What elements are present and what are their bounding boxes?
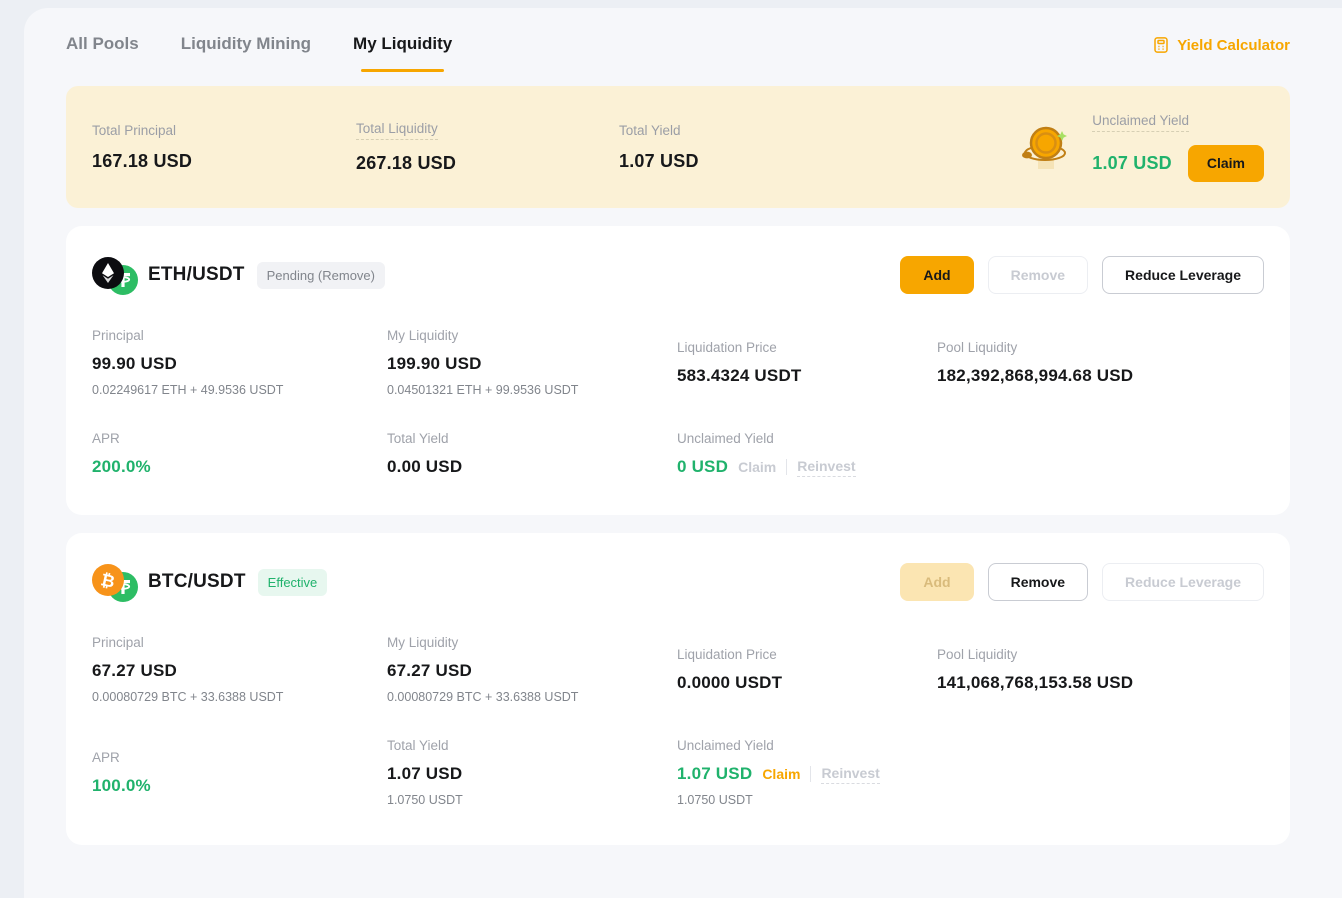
liquidation-price-cell: Liquidation Price 583.4324 USDT <box>677 340 937 386</box>
my-liquidity-detail: 0.00080729 BTC + 33.6388 USDT <box>387 690 677 704</box>
total-yield-cell: Total Yield 1.07 USD 1.0750 USDT <box>387 738 677 807</box>
eth-icon <box>92 257 124 294</box>
my-liquidity-panel: All Pools Liquidity Mining My Liquidity … <box>24 8 1342 898</box>
remove-button[interactable]: Remove <box>988 256 1088 294</box>
principal-label: Principal <box>92 635 387 650</box>
principal-label: Principal <box>92 328 387 343</box>
pool-liquidity-label: Pool Liquidity <box>937 340 1264 355</box>
tab-all-pools[interactable]: All Pools <box>66 34 139 72</box>
pool-liquidity-cell: Pool Liquidity 141,068,768,153.58 USD <box>937 647 1264 693</box>
unclaimed-yield-cell: Unclaimed Yield 1.07 USD Claim Reinvest … <box>677 738 937 807</box>
unclaimed-yield-value: 0 USD <box>677 457 728 477</box>
total-liquidity-label[interactable]: Total Liquidity <box>356 121 438 140</box>
btc-icon: ₿ <box>92 564 124 601</box>
status-badge: Pending (Remove) <box>257 262 385 289</box>
liquidation-price-value: 0.0000 USDT <box>677 673 937 693</box>
reinvest-link[interactable]: Reinvest <box>797 458 855 477</box>
unclaimed-yield-cell: Unclaimed Yield 0 USD Claim Reinvest <box>677 431 937 477</box>
total-yield-cell: Total Yield 0.00 USD <box>387 431 677 477</box>
principal-value: 67.27 USD <box>92 661 387 681</box>
unclaimed-yield-label: Unclaimed Yield <box>677 738 937 753</box>
eth-usdt-pair-icons <box>92 257 138 293</box>
pool-liquidity-value: 182,392,868,994.68 USD <box>937 366 1264 386</box>
unclaimed-yield-value: 1.07 USD <box>677 764 752 784</box>
unclaimed-yield-stat: Unclaimed Yield 1.07 USD Claim <box>1092 113 1264 182</box>
total-liquidity-value: 267.18 USD <box>356 153 619 174</box>
liquidation-price-value: 583.4324 USDT <box>677 366 937 386</box>
apr-label: APR <box>92 431 387 446</box>
apr-value: 100.0% <box>92 776 387 796</box>
pair-name: ETH/USDT <box>148 264 245 286</box>
yield-calculator-link[interactable]: Yield Calculator <box>1152 36 1290 72</box>
principal-cell: Principal 99.90 USD 0.02249617 ETH + 49.… <box>92 328 387 397</box>
my-liquidity-cell: My Liquidity 67.27 USD 0.00080729 BTC + … <box>387 635 677 704</box>
total-yield-label: Total Yield <box>619 123 699 138</box>
principal-cell: Principal 67.27 USD 0.00080729 BTC + 33.… <box>92 635 387 704</box>
total-yield-label: Total Yield <box>387 431 677 446</box>
total-principal-value: 167.18 USD <box>92 151 356 172</box>
claim-all-button[interactable]: Claim <box>1188 145 1264 182</box>
total-yield-value: 1.07 USD <box>619 151 699 172</box>
liquidation-price-label: Liquidation Price <box>677 647 937 662</box>
total-yield-stat: Total Yield 1.07 USD <box>619 123 699 172</box>
claim-link[interactable]: Claim <box>762 766 800 782</box>
reinvest-link[interactable]: Reinvest <box>821 765 879 784</box>
total-principal-stat: Total Principal 167.18 USD <box>92 123 356 172</box>
tab-liquidity-mining[interactable]: Liquidity Mining <box>181 34 311 72</box>
remove-button[interactable]: Remove <box>988 563 1088 601</box>
pair-name: BTC/USDT <box>148 571 246 593</box>
divider <box>810 766 811 782</box>
calculator-icon <box>1152 36 1170 54</box>
pool-liquidity-label: Pool Liquidity <box>937 647 1264 662</box>
apr-label: APR <box>92 750 387 765</box>
unclaimed-yield-label: Unclaimed Yield <box>677 431 937 446</box>
coin-illustration-icon <box>1018 119 1074 175</box>
total-principal-label: Total Principal <box>92 123 356 138</box>
total-liquidity-stat: Total Liquidity 267.18 USD <box>356 121 619 174</box>
add-button[interactable]: Add <box>900 256 973 294</box>
total-yield-label: Total Yield <box>387 738 677 753</box>
unclaimed-yield-detail: 1.0750 USDT <box>677 793 937 807</box>
claim-link[interactable]: Claim <box>738 459 776 475</box>
unclaimed-yield-value: 1.07 USD <box>1092 153 1172 174</box>
pool-liquidity-cell: Pool Liquidity 182,392,868,994.68 USD <box>937 340 1264 386</box>
divider <box>786 459 787 475</box>
total-yield-value: 1.07 USD <box>387 764 677 784</box>
my-liquidity-value: 67.27 USD <box>387 661 677 681</box>
principal-detail: 0.02249617 ETH + 49.9536 USDT <box>92 383 387 397</box>
pool-liquidity-value: 141,068,768,153.58 USD <box>937 673 1264 693</box>
apr-cell: APR 200.0% <box>92 431 387 477</box>
liquidation-price-label: Liquidation Price <box>677 340 937 355</box>
principal-detail: 0.00080729 BTC + 33.6388 USDT <box>92 690 387 704</box>
tab-my-liquidity[interactable]: My Liquidity <box>353 34 452 72</box>
apr-cell: APR 100.0% <box>92 750 387 796</box>
my-liquidity-label: My Liquidity <box>387 328 677 343</box>
apr-value: 200.0% <box>92 457 387 477</box>
unclaimed-yield-label[interactable]: Unclaimed Yield <box>1092 113 1189 132</box>
reduce-leverage-button[interactable]: Reduce Leverage <box>1102 256 1264 294</box>
add-button[interactable]: Add <box>900 563 973 601</box>
btc-usdt-pair-icons: ₿ <box>92 564 138 600</box>
my-liquidity-value: 199.90 USD <box>387 354 677 374</box>
my-liquidity-cell: My Liquidity 199.90 USD 0.04501321 ETH +… <box>387 328 677 397</box>
tabs-bar: All Pools Liquidity Mining My Liquidity … <box>66 34 1290 72</box>
status-badge: Effective <box>258 569 328 596</box>
total-yield-detail: 1.0750 USDT <box>387 793 677 807</box>
total-yield-value: 0.00 USD <box>387 457 677 477</box>
summary-banner: Total Principal 167.18 USD Total Liquidi… <box>66 86 1290 208</box>
pool-card-btc-usdt: ₿ BTC/USDT Effective Add Remove Reduce L… <box>66 533 1290 845</box>
my-liquidity-label: My Liquidity <box>387 635 677 650</box>
my-liquidity-detail: 0.04501321 ETH + 99.9536 USDT <box>387 383 677 397</box>
liquidation-price-cell: Liquidation Price 0.0000 USDT <box>677 647 937 693</box>
principal-value: 99.90 USD <box>92 354 387 374</box>
pool-card-eth-usdt: ETH/USDT Pending (Remove) Add Remove Red… <box>66 226 1290 515</box>
reduce-leverage-button[interactable]: Reduce Leverage <box>1102 563 1264 601</box>
yield-calculator-label: Yield Calculator <box>1177 37 1290 54</box>
